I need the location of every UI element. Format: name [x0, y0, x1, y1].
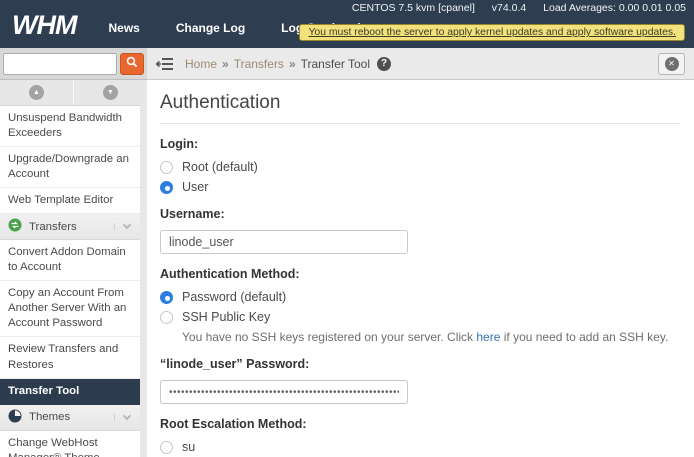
username-input[interactable]: [160, 230, 408, 254]
ssh-key-note: You have no SSH keys registered on your …: [182, 330, 680, 344]
authentication-heading: Authentication: [160, 92, 680, 124]
radio-option-password[interactable]: Password (default): [160, 290, 680, 304]
reboot-warning-link[interactable]: You must reboot the server to apply kern…: [299, 24, 685, 41]
radio-root[interactable]: [160, 161, 173, 174]
main-content: Authentication Login: Root (default) Use…: [147, 80, 694, 457]
sidebar-item-change-whm-theme[interactable]: Change WebHost Manager® Theme: [0, 431, 147, 457]
section-collapse-toggle[interactable]: [114, 414, 133, 421]
whm-logo[interactable]: WHM: [12, 8, 76, 41]
server-hostname: CENTOS 7.5 kvm [cpanel]: [352, 2, 475, 14]
collapse-sidebar-icon[interactable]: [156, 57, 174, 71]
server-info: CENTOS 7.5 kvm [cpanel] v74.0.4 Load Ave…: [338, 2, 686, 14]
radio-su[interactable]: [160, 441, 173, 454]
whm-version: v74.0.4: [492, 2, 526, 14]
sidebar-section-transfers[interactable]: Transfers: [0, 214, 147, 240]
radio-user-label: User: [182, 180, 208, 194]
nav-change-log[interactable]: Change Log: [176, 21, 245, 35]
radio-option-ssh-key[interactable]: SSH Public Key: [160, 310, 680, 324]
sidebar-search-area: [0, 48, 147, 80]
sidebar-item-unsuspend-bandwidth[interactable]: Unsuspend Bandwidth Exceeders: [0, 106, 147, 147]
help-icon[interactable]: ?: [377, 57, 391, 71]
login-label: Login:: [160, 137, 680, 151]
radio-root-label: Root (default): [182, 160, 258, 174]
breadcrumb-home[interactable]: Home: [185, 57, 217, 71]
chevron-down-icon: ▼: [103, 85, 118, 100]
search-icon: [126, 55, 138, 73]
themes-icon: [8, 409, 22, 426]
sidebar-search-input[interactable]: [3, 53, 117, 75]
sidebar-section-label: Transfers: [29, 221, 114, 233]
chevron-down-icon: [123, 411, 131, 419]
sidebar-scroll-down-button[interactable]: ▼: [74, 80, 147, 105]
close-icon: ✕: [665, 57, 679, 71]
breadcrumb-separator: »: [222, 57, 229, 71]
breadcrumb-separator: »: [289, 57, 296, 71]
sidebar-item-upgrade-downgrade[interactable]: Upgrade/Downgrade an Account: [0, 147, 147, 188]
sidebar: ▲ ▼ Unsuspend Bandwidth Exceeders Upgrad…: [0, 80, 147, 457]
radio-password[interactable]: [160, 291, 173, 304]
sidebar-section-label: Themes: [29, 411, 114, 423]
ssh-note-text: if you need to add an SSH key.: [500, 330, 668, 344]
root-escalation-label: Root Escalation Method:: [160, 417, 680, 431]
search-button[interactable]: [120, 53, 144, 75]
transfer-icon: [8, 218, 22, 235]
radio-user[interactable]: [160, 181, 173, 194]
sidebar-section-themes[interactable]: Themes: [0, 405, 147, 431]
sidebar-scroll-up-button[interactable]: ▲: [0, 80, 74, 105]
sidebar-item-copy-account[interactable]: Copy an Account From Another Server With…: [0, 281, 147, 337]
radio-ssh-key[interactable]: [160, 311, 173, 324]
password-label: “linode_user” Password:: [160, 357, 680, 371]
radio-option-root[interactable]: Root (default): [160, 160, 680, 174]
username-label: Username:: [160, 207, 680, 221]
radio-password-label: Password (default): [182, 290, 286, 304]
breadcrumb-bar: Home » Transfers » Transfer Tool ? ✕: [147, 48, 694, 80]
radio-su-label: su: [182, 440, 195, 454]
ssh-note-text: You have no SSH keys registered on your …: [182, 330, 476, 344]
sidebar-item-convert-addon-domain[interactable]: Convert Addon Domain to Account: [0, 240, 147, 281]
sidebar-item-transfer-tool[interactable]: Transfer Tool: [0, 379, 147, 405]
radio-option-su[interactable]: su: [160, 440, 680, 454]
nav-news[interactable]: News: [108, 21, 139, 35]
chevron-up-icon: ▲: [29, 85, 44, 100]
chevron-down-icon: [123, 221, 131, 229]
radio-option-user[interactable]: User: [160, 180, 680, 194]
breadcrumb: Home » Transfers » Transfer Tool: [185, 57, 370, 71]
top-navbar: CENTOS 7.5 kvm [cpanel] v74.0.4 Load Ave…: [0, 0, 694, 48]
auth-method-label: Authentication Method:: [160, 267, 680, 281]
sidebar-item-web-template-editor[interactable]: Web Template Editor: [0, 188, 147, 214]
radio-ssh-key-label: SSH Public Key: [182, 310, 270, 324]
password-input[interactable]: [160, 380, 408, 404]
breadcrumb-current: Transfer Tool: [301, 57, 370, 71]
load-averages: Load Averages: 0.00 0.01 0.05: [543, 2, 686, 14]
close-page-button[interactable]: ✕: [658, 53, 685, 75]
add-ssh-key-link[interactable]: here: [476, 330, 500, 344]
section-collapse-toggle[interactable]: [114, 223, 133, 230]
sidebar-item-review-transfers[interactable]: Review Transfers and Restores: [0, 337, 147, 378]
breadcrumb-transfers[interactable]: Transfers: [234, 57, 284, 71]
